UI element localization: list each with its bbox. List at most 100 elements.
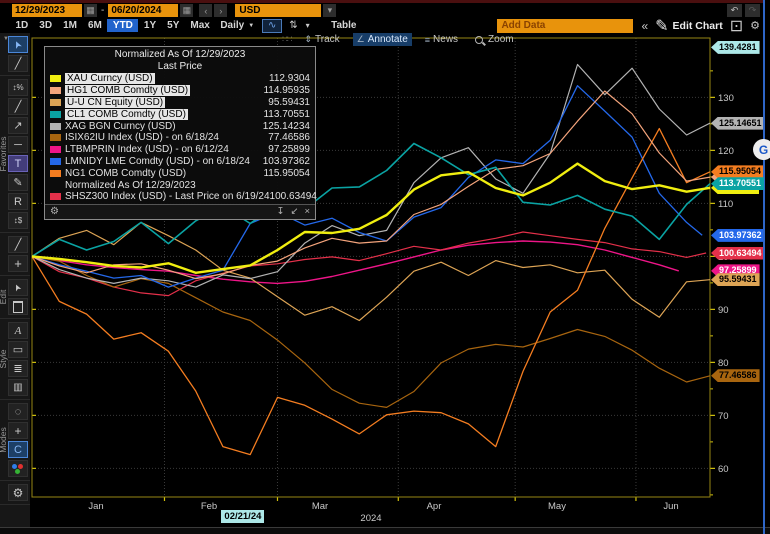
collapse-panel-icon[interactable]: «: [641, 19, 648, 33]
zoom-button[interactable]: Zoom: [471, 33, 518, 46]
svg-text:80: 80: [718, 358, 729, 369]
line-style-icon[interactable]: ≣: [8, 360, 28, 377]
sidebar-section-modes: Modes◌ + C: [0, 400, 30, 481]
period-button-1y[interactable]: 1Y: [138, 19, 161, 32]
period-button-1d[interactable]: 1D: [10, 19, 34, 32]
help-bubble-button[interactable]: G: [753, 139, 770, 160]
series-label: LMNIDY LME Comdty (USD) - on 6/18/24: [65, 156, 250, 167]
period-button-6m[interactable]: 6M: [83, 19, 108, 32]
legend-row-xau[interactable]: XAU Curncy (USD)112.9304: [50, 73, 310, 85]
period-button-1m[interactable]: 1M: [58, 19, 83, 32]
axis-tag-lmnidy: 103.97362: [711, 229, 765, 242]
legend-row-hg1[interactable]: HG1 COMB Comdty (USD)114.95935: [50, 85, 310, 97]
legend-close-icon[interactable]: ×: [304, 206, 310, 217]
edit-chart-label: Edit Chart: [673, 20, 723, 32]
end-date-input[interactable]: 06/20/2024: [108, 4, 178, 17]
legend-row-shsz[interactable]: SHSZ300 Index (USD) - Last Price on 6/19…: [50, 191, 310, 203]
start-calendar-icon[interactable]: ▦: [84, 4, 97, 17]
news-button[interactable]: ≡News: [421, 33, 462, 46]
brush-icon[interactable]: ✎: [8, 174, 28, 191]
annotate-label: Annotate: [368, 34, 408, 45]
settings-icon[interactable]: ⚙: [8, 484, 28, 501]
series-label: HG1 COMB Comdty (USD): [65, 85, 190, 96]
legend-row-lmnidy[interactable]: LMNIDY LME Comdty (USD) - on 6/18/24103.…: [50, 156, 310, 168]
font-icon[interactable]: A: [8, 322, 28, 339]
horizontal-line-icon[interactable]: ─: [8, 136, 28, 153]
track-button[interactable]: ⇕Track: [300, 33, 343, 46]
annotate-button[interactable]: ∠Annotate: [353, 33, 412, 46]
magnet-icon[interactable]: C: [8, 441, 28, 458]
chart-options-dropdown-icon[interactable]: ▾: [302, 21, 314, 30]
dollar-range-icon[interactable]: ↕$: [8, 212, 28, 229]
sidebar-section-label: Modes: [0, 427, 8, 453]
sidebar-section: ╱+: [0, 233, 30, 276]
cursor-icon[interactable]: ➤: [8, 36, 28, 53]
legend-subtitle: Last Price: [50, 61, 310, 73]
colors-icon[interactable]: [8, 460, 28, 477]
ruler-icon[interactable]: ▥: [8, 379, 28, 396]
series-last-price: 113.70551: [263, 109, 310, 120]
svg-text:130: 130: [718, 93, 734, 104]
sidebar-section-favorites: Favorites↕%╱↗─T✎R↕$: [0, 76, 30, 233]
table-button[interactable]: Table: [326, 19, 362, 32]
annotate-line-icon[interactable]: ╱: [8, 55, 28, 72]
axis-tag-ng1: 115.95054: [711, 165, 764, 178]
next-range-button[interactable]: ›: [214, 4, 227, 17]
axis-tag-xag: 125.14651: [711, 117, 765, 130]
svg-text:60: 60: [718, 464, 729, 475]
text-icon[interactable]: T: [8, 155, 28, 172]
sidebar-section-label: Style: [0, 350, 8, 369]
select-plus-icon[interactable]: ➤: [8, 279, 28, 296]
axis-tag-cl1: 113.70551: [711, 177, 764, 190]
chart-settings-panel-icon[interactable]: ⊡: [730, 16, 743, 36]
svg-text:Apr: Apr: [427, 501, 442, 512]
legend-row-uu[interactable]: U-U CN Equity (USD)95.59431: [50, 97, 310, 109]
end-calendar-icon[interactable]: ▦: [180, 4, 193, 17]
drag-handle-icon[interactable]: ∷∷: [282, 34, 291, 45]
gear-icon[interactable]: ⚙: [750, 19, 760, 32]
legend-row-cl1[interactable]: CL1 COMB Comdty (USD)113.70551: [50, 108, 310, 120]
axis-tag-shsz: 100.63494: [711, 247, 765, 260]
legend-row-isix[interactable]: ISIX62IU Index (USD) - on 6/18/2477.4658…: [50, 132, 310, 144]
series-swatch-icon: [50, 146, 61, 153]
pencil-icon: ✎: [655, 16, 668, 36]
percent-range-icon[interactable]: ↕%: [8, 79, 28, 96]
legend-pin-icon[interactable]: ↧: [277, 206, 285, 217]
period-buttons: 1D3D1M6MYTD1Y5YMax: [10, 19, 215, 32]
lasso-icon[interactable]: ◌: [8, 403, 28, 420]
sidebar-section-label: Edit: [0, 290, 8, 305]
legend-row-ltbm[interactable]: LTBMPRIN Index (USD) - on 6/12/2497.2589…: [50, 144, 310, 156]
crosshair-icon[interactable]: +: [8, 422, 28, 439]
annotate-icon: ∠: [357, 34, 365, 45]
axis-tag-isix: 77.46586: [711, 369, 760, 382]
sidebar-section-edit: Edit➤: [0, 276, 30, 319]
line-icon[interactable]: ╱: [8, 236, 28, 253]
add-data-input[interactable]: [497, 19, 633, 33]
legend-collapse-icon[interactable]: ↙: [290, 206, 298, 217]
legend-row-xag[interactable]: XAG BGN Curncy (USD)125.14234: [50, 120, 310, 132]
edit-chart-button[interactable]: ✎ Edit Chart: [655, 16, 723, 36]
period-button-max[interactable]: Max: [185, 19, 215, 32]
trendline-icon[interactable]: ╱: [8, 98, 28, 115]
frequency-dropdown[interactable]: Daily ▼: [215, 19, 259, 32]
chart-type-button[interactable]: ∿: [262, 19, 282, 33]
move-icon[interactable]: +: [8, 255, 28, 272]
period-button-3d[interactable]: 3D: [34, 19, 58, 32]
currency-dropdown-icon[interactable]: ▾: [323, 4, 336, 17]
start-date-input[interactable]: 12/29/2023: [12, 4, 82, 17]
chart-legend[interactable]: Normalized As Of 12/29/2023 Last Price X…: [44, 46, 316, 220]
rectangle-icon[interactable]: ▭: [8, 341, 28, 358]
period-button-ytd[interactable]: YTD: [107, 19, 138, 32]
arrow-line-icon[interactable]: ↗: [8, 117, 28, 134]
date-range-separator: -: [101, 5, 104, 16]
legend-row-ng1[interactable]: NG1 COMB Comdty (USD)115.95054: [50, 167, 310, 179]
legend-gear-icon[interactable]: ⚙: [50, 206, 59, 217]
trash-icon[interactable]: [8, 298, 28, 315]
svg-text:70: 70: [718, 411, 729, 422]
period-button-5y[interactable]: 5Y: [162, 19, 185, 32]
currency-select[interactable]: USD: [235, 4, 321, 17]
series-label: XAU Curncy (USD): [65, 73, 155, 84]
compare-sort-icon[interactable]: ⇅: [285, 20, 301, 31]
prev-range-button[interactable]: ‹: [199, 4, 212, 17]
regression-icon[interactable]: R: [8, 193, 28, 210]
